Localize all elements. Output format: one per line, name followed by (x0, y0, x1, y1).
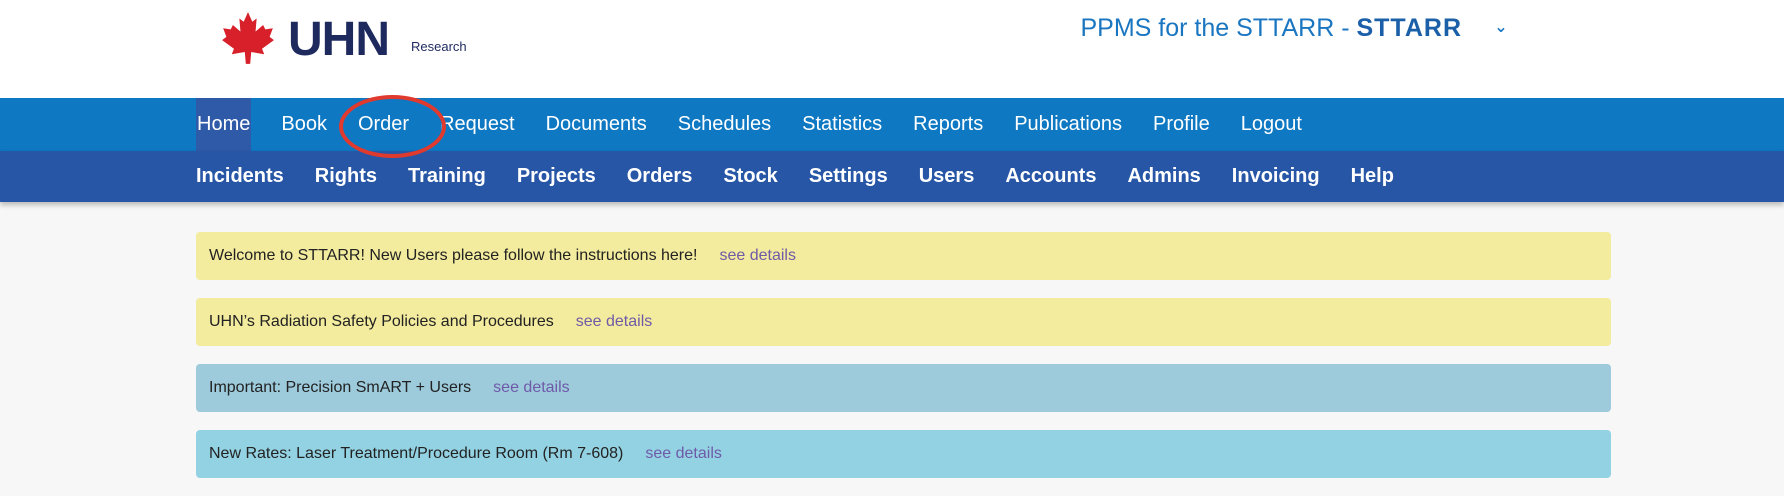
facility-name: STTARR (1356, 14, 1462, 42)
notice-text: New Rates: Laser Treatment/Procedure Roo… (209, 445, 624, 462)
nav-statistics[interactable]: Statistics (802, 98, 882, 151)
notice-precision-smart: Important: Precision SmART + Users see d… (196, 364, 1611, 412)
nav-logout[interactable]: Logout (1241, 98, 1302, 151)
nav-projects[interactable]: Projects (517, 151, 596, 202)
notice-text: UHN’s Radiation Safety Policies and Proc… (209, 313, 554, 330)
nav-order[interactable]: Order (358, 98, 409, 151)
see-details-link[interactable]: see details (493, 379, 570, 397)
primary-nav: Home Book Order Request Documents Schedu… (0, 98, 1784, 151)
maple-leaf-icon (222, 12, 274, 64)
see-details-link[interactable]: see details (576, 313, 653, 331)
logo-subtitle: Research (411, 39, 467, 54)
secondary-nav: Incidents Rights Training Projects Order… (0, 151, 1784, 202)
nav-settings[interactable]: Settings (809, 151, 888, 202)
nav-profile[interactable]: Profile (1153, 98, 1210, 151)
nav-incidents[interactable]: Incidents (196, 151, 284, 202)
notice-new-rates: New Rates: Laser Treatment/Procedure Roo… (196, 430, 1611, 478)
see-details-link[interactable]: see details (719, 247, 796, 265)
nav-rights[interactable]: Rights (315, 151, 377, 202)
facility-selector[interactable]: PPMS for the STTARR - STTARR (1080, 14, 1462, 43)
nav-accounts[interactable]: Accounts (1005, 151, 1096, 202)
nav-documents[interactable]: Documents (546, 98, 647, 151)
notice-welcome: Welcome to STTARR! New Users please foll… (196, 232, 1611, 280)
nav-publications[interactable]: Publications (1014, 98, 1122, 151)
nav-invoicing[interactable]: Invoicing (1232, 151, 1320, 202)
notice-radiation-safety: UHN’s Radiation Safety Policies and Proc… (196, 298, 1611, 346)
nav-schedules[interactable]: Schedules (678, 98, 771, 151)
chevron-down-icon[interactable]: ⌄ (1491, 18, 1511, 38)
notice-text: Important: Precision SmART + Users (209, 379, 472, 396)
notice-text: Welcome to STTARR! New Users please foll… (209, 247, 698, 264)
header: UHN Research PPMS for the STTARR - STTAR… (0, 0, 1784, 98)
nav-training[interactable]: Training (408, 151, 486, 202)
nav-reports[interactable]: Reports (913, 98, 983, 151)
notice-list: Welcome to STTARR! New Users please foll… (196, 232, 1611, 496)
nav-stock[interactable]: Stock (723, 151, 777, 202)
nav-users[interactable]: Users (919, 151, 975, 202)
logo-text: UHN (288, 13, 390, 66)
nav-home[interactable]: Home (196, 98, 252, 151)
nav-request[interactable]: Request (440, 98, 515, 151)
nav-help[interactable]: Help (1351, 151, 1394, 202)
facility-prefix: PPMS for the STTARR - (1080, 14, 1357, 42)
nav-book[interactable]: Book (281, 98, 327, 151)
nav-orders[interactable]: Orders (627, 151, 693, 202)
see-details-link[interactable]: see details (645, 445, 722, 463)
nav-admins[interactable]: Admins (1127, 151, 1200, 202)
